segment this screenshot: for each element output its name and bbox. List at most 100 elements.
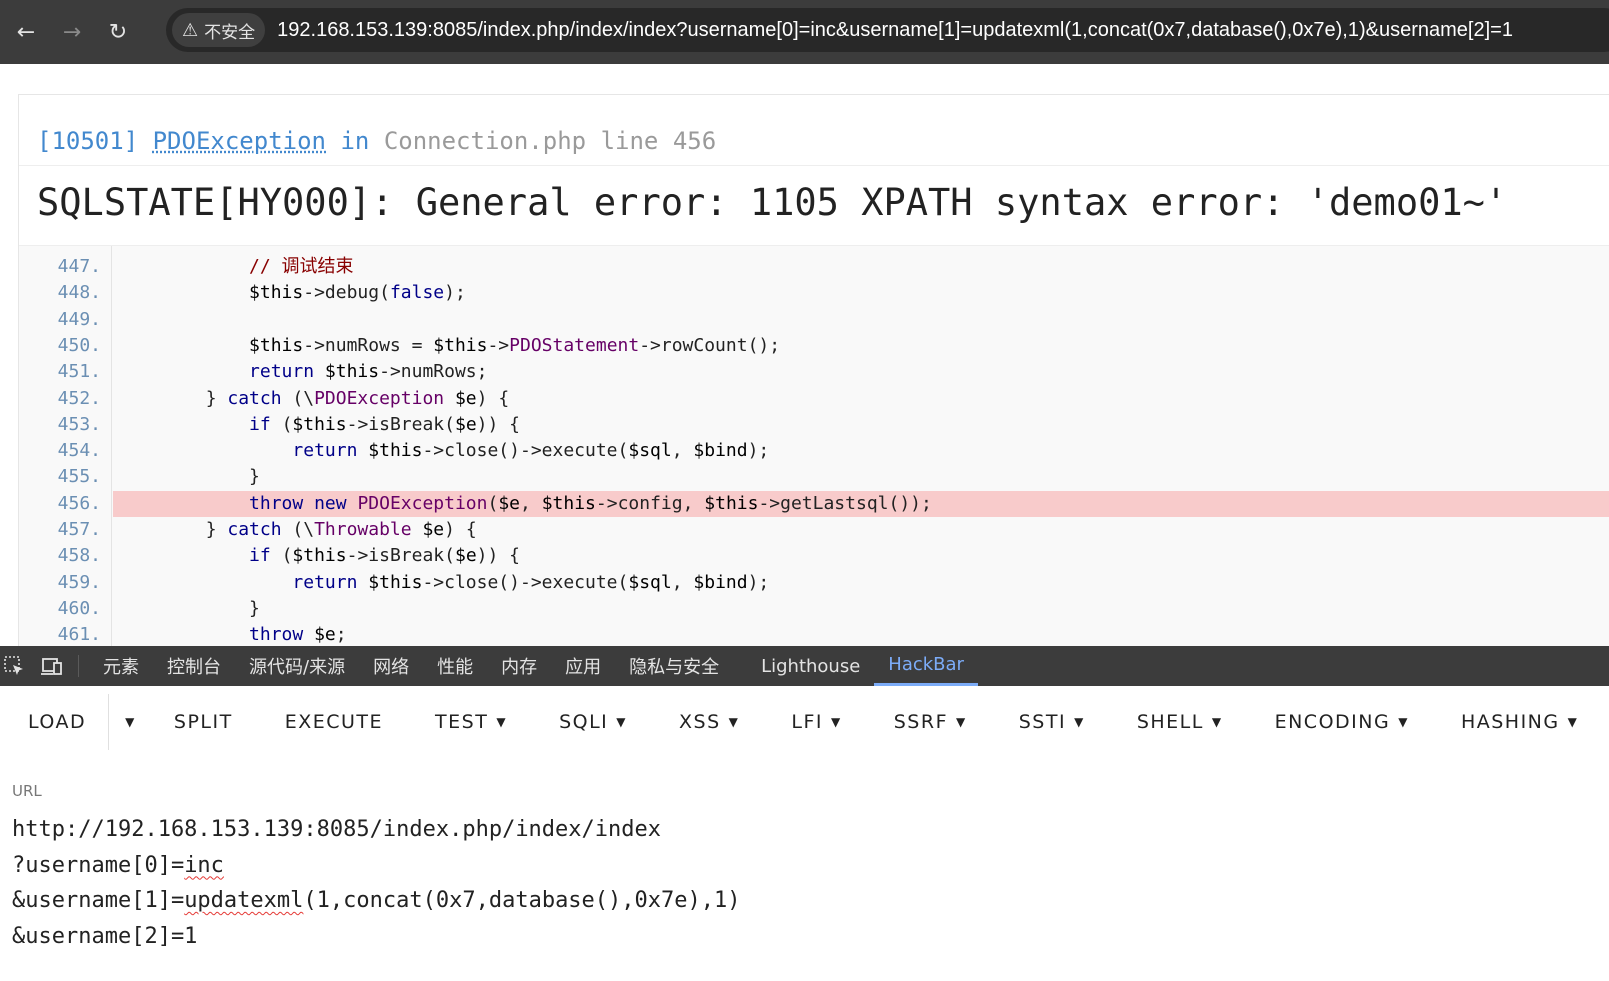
address-bar[interactable]: ⚠ 不安全 192.168.153.139:8085/index.php/ind… bbox=[166, 8, 1609, 52]
devtools-tab-3[interactable]: 网络 bbox=[359, 646, 423, 686]
error-message: SQLSTATE[HY000]: General error: 1105 XPA… bbox=[37, 181, 1507, 224]
devtools-tab-0[interactable]: 元素 bbox=[89, 646, 153, 686]
hackbar-hashing-button[interactable]: HASHING ▼ bbox=[1461, 686, 1578, 758]
caret-down-icon: ▼ bbox=[831, 715, 842, 729]
caret-down-icon: ▼ bbox=[125, 715, 136, 729]
code-line: 457. } catch (\Throwable $e) { bbox=[19, 517, 1609, 543]
code-text: $this->numRows = $this->PDOStatement->ro… bbox=[113, 333, 1609, 359]
devtools-tab-4[interactable]: 性能 bbox=[423, 646, 487, 686]
url-text[interactable]: 192.168.153.139:8085/index.php/index/ind… bbox=[277, 19, 1513, 42]
forward-button[interactable]: → bbox=[52, 12, 92, 52]
line-word: line bbox=[601, 127, 659, 155]
hackbar-button-label: LOAD bbox=[28, 711, 86, 733]
devtools-tab-5[interactable]: 内存 bbox=[487, 646, 551, 686]
hackbar-lfi-button[interactable]: LFI ▼ bbox=[791, 686, 841, 758]
code-text: throw new PDOException($e, $this->config… bbox=[113, 491, 1609, 517]
device-toolbar-icon[interactable] bbox=[40, 654, 64, 678]
hackbar-ssrf-button[interactable]: SSRF ▼ bbox=[894, 686, 967, 758]
hackbar-encoding-button[interactable]: ENCODING ▼ bbox=[1275, 686, 1409, 758]
hackbar-button-label: XSS bbox=[679, 711, 721, 733]
exception-header: [10501] PDOException in Connection.php l… bbox=[37, 127, 716, 155]
hackbar-sqli-button[interactable]: SQLI ▼ bbox=[559, 686, 627, 758]
caret-down-icon: ▼ bbox=[1568, 715, 1579, 729]
hackbar-test-button[interactable]: TEST ▼ bbox=[435, 686, 507, 758]
caret-down-icon: ▼ bbox=[1212, 715, 1223, 729]
reload-icon: ↻ bbox=[109, 20, 127, 45]
code-text: return $this->numRows; bbox=[113, 359, 1609, 385]
code-line: 458. if ($this->isBreak($e)) { bbox=[19, 543, 1609, 569]
line-number: 456 bbox=[673, 127, 716, 155]
code-text: } bbox=[113, 596, 1609, 622]
line-number: 454. bbox=[19, 438, 105, 464]
line-number: 457. bbox=[19, 517, 105, 543]
hackbar-ssti-button[interactable]: SSTI ▼ bbox=[1019, 686, 1085, 758]
line-number: 450. bbox=[19, 333, 105, 359]
url-field-label: URL bbox=[12, 782, 42, 800]
line-number: 452. bbox=[19, 386, 105, 412]
load-divider bbox=[108, 694, 109, 750]
caret-down-icon: ▼ bbox=[1398, 715, 1409, 729]
url-line-4: &username[2]=1 bbox=[12, 924, 197, 949]
error-code: [10501] bbox=[37, 127, 138, 155]
hackbar-button-label: SPLIT bbox=[174, 711, 233, 733]
hackbar-panel: LOAD ▼ SPLIT EXECUTE TEST ▼ SQLI ▼ XSS ▼ LFI ▼ SSRF ▼… bbox=[0, 686, 1609, 981]
exception-panel: [10501] PDOException in Connection.php l… bbox=[18, 94, 1609, 646]
code-text: $this->debug(false); bbox=[113, 280, 1609, 306]
code-text: if ($this->isBreak($e)) { bbox=[113, 543, 1609, 569]
code-line: 452. } catch (\PDOException $e) { bbox=[19, 386, 1609, 412]
header-divider bbox=[19, 165, 1609, 166]
code-line: 449. bbox=[19, 307, 1609, 333]
hackbar-execute-button[interactable]: EXECUTE bbox=[285, 686, 383, 758]
in-word: in bbox=[340, 127, 369, 155]
line-number: 455. bbox=[19, 464, 105, 490]
devtools-tab-1[interactable]: 控制台 bbox=[153, 646, 235, 686]
back-button[interactable]: ← bbox=[6, 12, 46, 52]
code-line: 461. throw $e; bbox=[19, 622, 1609, 646]
url-line-2-prefix: ?username[0]= bbox=[12, 853, 184, 878]
hackbar-load-button[interactable]: LOAD bbox=[28, 686, 86, 758]
devtools-tab-7[interactable]: 隐私与安全 bbox=[615, 646, 733, 686]
exception-class-link[interactable]: PDOException bbox=[153, 127, 326, 155]
url-line-2-word: inc bbox=[184, 853, 224, 878]
security-label: 不安全 bbox=[204, 18, 255, 43]
line-number: 447. bbox=[19, 254, 105, 280]
load-dropdown-button[interactable]: ▼ bbox=[117, 686, 136, 758]
inspect-element-icon[interactable] bbox=[2, 654, 26, 678]
hackbar-shell-button[interactable]: SHELL ▼ bbox=[1137, 686, 1223, 758]
url-line-3-prefix: &username[1]= bbox=[12, 888, 184, 913]
url-textarea[interactable]: http://192.168.153.139:8085/index.php/in… bbox=[12, 812, 741, 954]
hackbar-button-label: EXECUTE bbox=[285, 711, 383, 733]
reload-button[interactable]: ↻ bbox=[98, 12, 138, 52]
devtools-tab-9[interactable]: HackBar bbox=[874, 646, 978, 686]
line-number: 460. bbox=[19, 596, 105, 622]
hackbar-button-label: LFI bbox=[791, 711, 823, 733]
devtools-tab-2[interactable]: 源代码/来源 bbox=[235, 646, 359, 686]
code-text: } bbox=[113, 464, 1609, 490]
devtools-tab-bar: 元素 控制台 源代码/来源 网络 性能 内存 应用 隐私与安全 Lighthouse HackBa… bbox=[0, 646, 1609, 686]
caret-down-icon: ▼ bbox=[956, 715, 967, 729]
line-number: 451. bbox=[19, 359, 105, 385]
forward-arrow-icon: → bbox=[63, 20, 81, 45]
page-content: [10501] PDOException in Connection.php l… bbox=[0, 64, 1609, 646]
caret-down-icon: ▼ bbox=[729, 715, 740, 729]
file-name: Connection.php bbox=[384, 127, 586, 155]
code-text: // 调试结束 bbox=[113, 254, 1609, 280]
devtools-tab-6[interactable]: 应用 bbox=[551, 646, 615, 686]
hackbar-split-button[interactable]: SPLIT bbox=[174, 686, 233, 758]
back-arrow-icon: ← bbox=[17, 20, 35, 45]
hackbar-button-label: HASHING bbox=[1461, 711, 1560, 733]
hackbar-button-label: SSTI bbox=[1019, 711, 1066, 733]
hackbar-button-label: TEST bbox=[435, 711, 488, 733]
code-text: } catch (\PDOException $e) { bbox=[113, 386, 1609, 412]
code-line: 455. } bbox=[19, 464, 1609, 490]
hackbar-button-label: SQLI bbox=[559, 711, 608, 733]
line-number: 456. bbox=[19, 491, 105, 517]
url-line-1: http://192.168.153.139:8085/index.php/in… bbox=[12, 817, 661, 842]
line-number: 461. bbox=[19, 622, 105, 646]
security-indicator[interactable]: ⚠ 不安全 bbox=[172, 13, 265, 47]
url-line-3-word: updatexml bbox=[184, 888, 303, 913]
line-number: 453. bbox=[19, 412, 105, 438]
devtools-tab-8[interactable]: Lighthouse bbox=[747, 646, 874, 686]
hackbar-xss-button[interactable]: XSS ▼ bbox=[679, 686, 739, 758]
code-text: return $this->close()->execute($sql, $bi… bbox=[113, 570, 1609, 596]
